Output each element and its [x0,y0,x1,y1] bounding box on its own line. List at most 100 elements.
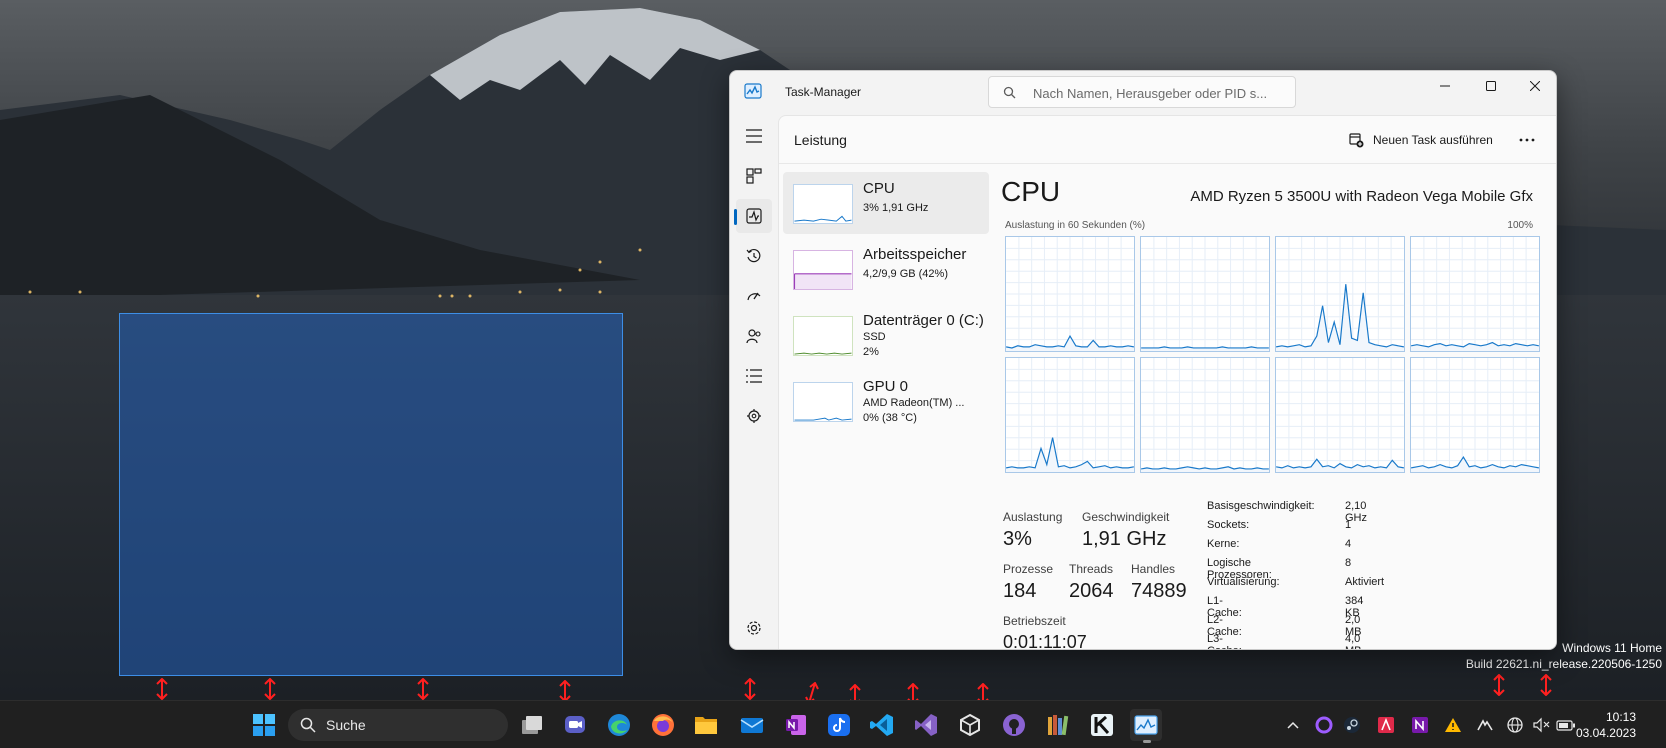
task-view-button[interactable] [516,709,548,741]
running-indicator [1143,740,1151,743]
search-icon [1003,86,1016,99]
resource-detail: 3% 1,91 GHz [863,202,929,214]
gpu-thumbnail-graph [793,382,853,422]
file-explorer-button[interactable] [690,709,722,741]
run-new-task-button[interactable]: Neuen Task ausführen [1339,124,1503,156]
spec-value: 4,0 MB [1345,633,1362,649]
edge-button[interactable] [603,709,635,741]
startup-apps-icon [747,292,761,301]
maximize-icon [1486,81,1496,91]
speed-label: Geschwindigkeit [1082,510,1170,524]
resource-item-memory[interactable]: Arbeitsspeicher 4,2/9,9 GB (42%) [783,238,989,300]
resize-arrow-icon [805,682,819,700]
github-button[interactable] [998,709,1030,741]
uptime-label: Betriebszeit [1003,614,1066,628]
vscode-icon [870,714,893,736]
task-manager-taskbar-button[interactable] [1130,709,1162,743]
onenote-button[interactable] [780,709,812,741]
firefox-button[interactable] [647,709,679,741]
core-graph [1275,357,1405,473]
steam-icon [1344,717,1360,733]
resource-item-disk[interactable]: Datenträger 0 (C:) SSD 2% [783,304,989,366]
speed-value: 1,91 GHz [1082,528,1167,550]
tray-record[interactable] [1314,715,1334,735]
core-graph [1410,236,1540,352]
threads-label: Threads [1069,562,1114,576]
teams-chat-icon [565,716,585,733]
utilization-label: Auslastung [1003,510,1063,524]
nav-item-processes[interactable] [736,159,772,193]
minimize-button[interactable] [1422,71,1468,101]
spec-value: Aktiviert [1345,576,1385,588]
task-manager-app-icon [744,83,762,99]
taskbar-search-label: Suche [326,717,366,733]
visual-studio-button[interactable] [910,709,942,741]
unity-button[interactable] [954,709,986,741]
tray-battery[interactable] [1556,715,1576,735]
nav-item-users[interactable] [736,319,772,353]
globe-icon [1507,717,1523,733]
tray-network[interactable] [1505,715,1525,735]
resource-name: CPU [863,180,895,197]
tray-warning[interactable] [1443,715,1463,735]
close-button[interactable] [1512,71,1556,101]
show-hidden-icons-button[interactable] [1283,715,1303,735]
more-options-button[interactable] [1509,124,1545,156]
nav-item-app-history[interactable] [736,239,772,273]
nav-item-settings[interactable] [736,611,772,645]
tiktok-button[interactable] [823,709,855,741]
edge-icon [608,714,630,736]
tray-steam[interactable] [1342,715,1362,735]
clock[interactable]: 10:13 03.04.2023 [1576,709,1636,741]
resize-arrow-icon [417,678,429,700]
nav-item-details[interactable] [736,359,772,393]
spec-key: L3-Cache: [1207,633,1242,649]
graph-caption: Auslastung in 60 Sekunden (%) [1005,220,1146,231]
taskbar-search[interactable]: Suche [288,709,508,741]
memory-thumbnail-graph [793,250,853,290]
resize-arrow-icon [744,678,756,700]
firefox-icon [652,714,674,736]
core-graph [1140,236,1270,352]
warning-icon [1445,718,1461,732]
tray-onenote[interactable] [1410,715,1430,735]
maximize-button[interactable] [1468,71,1514,101]
spec-value: 1 [1345,519,1352,531]
run-task-icon [1349,132,1364,147]
title-bar[interactable]: Task-Manager [730,71,1556,115]
start-button[interactable] [248,709,280,741]
nav-item-startup-apps[interactable] [736,279,772,313]
tray-volume[interactable] [1531,715,1551,735]
core-utilization-area [1006,336,1134,351]
vscode-button[interactable] [866,709,898,741]
tray-affinity[interactable] [1376,715,1396,735]
affinity-icon [1378,717,1394,733]
run-new-task-label: Neuen Task ausführen [1373,133,1493,147]
resource-item-gpu[interactable]: GPU 0 AMD Radeon(TM) ... 0% (38 °C) [783,370,989,432]
search-input[interactable] [1033,83,1285,103]
content-pane: Leistung Neuen Task ausführen CPU 3% 1,9… [778,115,1556,650]
spec-value: 8 [1345,557,1352,569]
library-button[interactable] [1042,709,1074,741]
resource-item-cpu[interactable]: CPU 3% 1,91 GHz [783,172,989,234]
search-icon [300,717,316,733]
nav-item-performance[interactable] [734,199,772,233]
nav-item-services[interactable] [736,399,772,433]
resource-name: GPU 0 [863,378,909,395]
spec-key: Sockets: [1207,519,1250,531]
nav-menu-toggle[interactable] [736,119,772,153]
resource-list: CPU 3% 1,91 GHz Arbeitsspeicher 4,2/9,9 … [783,172,989,436]
spec-key: Basisgeschwindigkeit: [1207,500,1315,512]
graph-max-label: 100% [1507,220,1533,231]
resize-arrow-icon [1493,674,1505,696]
k-app-button[interactable] [1086,709,1118,741]
mail-icon [740,718,764,733]
resize-arrow-icon [559,680,571,700]
mail-button[interactable] [736,709,768,741]
tray-nordvpn[interactable] [1475,715,1495,735]
resize-arrow-icon [156,678,168,700]
teams-chat-button[interactable] [559,709,591,741]
uptime-value: 0:01:11:07 [1003,632,1087,650]
utilization-value: 3% [1003,528,1032,550]
search-box[interactable] [988,76,1296,108]
